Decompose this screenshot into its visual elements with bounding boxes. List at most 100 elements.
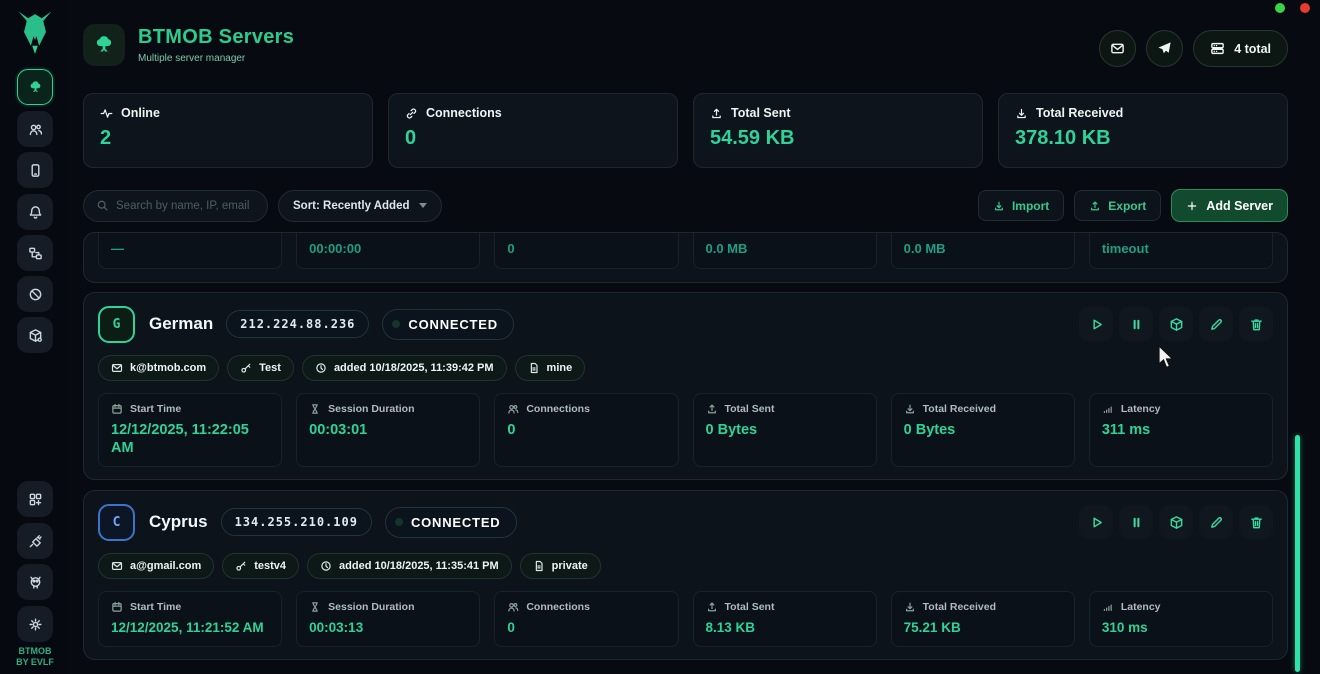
cube-icon xyxy=(1169,515,1184,530)
btmob-logo-icon xyxy=(13,8,57,56)
summary-value: 378.10 KB xyxy=(1015,127,1271,150)
sidebar-item-settings[interactable] xyxy=(17,606,53,642)
file-icon xyxy=(533,560,545,572)
sidebar-item-servers[interactable] xyxy=(17,69,53,105)
stat-total-received: Total Received 0 Bytes xyxy=(891,393,1075,467)
app-titles: BTMOB Servers Multiple server manager xyxy=(138,26,294,64)
server-name: Cyprus xyxy=(149,512,208,532)
tag-label: added 10/18/2025, 11:35:41 PM xyxy=(339,560,499,572)
sidebar-item-users[interactable] xyxy=(17,111,53,147)
status-label: CONNECTED xyxy=(411,515,501,530)
upload-icon xyxy=(710,107,723,120)
stat-start-time: Start Time 12/12/2025, 11:21:52 AM xyxy=(98,591,282,647)
tag-label: mine xyxy=(547,362,573,374)
stat-label: Latency xyxy=(1121,403,1161,415)
avatar: C xyxy=(98,504,135,541)
clipped-value: 0.0 MB xyxy=(706,241,748,256)
cloud-tree-icon xyxy=(28,80,43,95)
summary-card-connections: Connections 0 xyxy=(388,93,678,168)
pulse-icon xyxy=(100,107,113,120)
tag-key[interactable]: testv4 xyxy=(222,553,299,579)
sidebar-item-blocked[interactable] xyxy=(17,276,53,312)
server-actions xyxy=(1079,505,1273,539)
footer-line2: BY EVLF xyxy=(0,657,70,668)
edit-button[interactable] xyxy=(1199,307,1233,341)
file-icon xyxy=(528,362,540,374)
telegram-button[interactable] xyxy=(1146,30,1183,67)
package-icon xyxy=(28,328,43,343)
status-label: CONNECTED xyxy=(408,317,498,332)
total-servers-label: 4 total xyxy=(1234,42,1271,56)
sort-dropdown[interactable]: Sort: Recently Added xyxy=(278,190,442,222)
tag-added[interactable]: added 10/18/2025, 11:39:42 PM xyxy=(302,355,507,381)
clipped-value: 0 xyxy=(507,241,514,256)
stat-value: 311 ms xyxy=(1102,421,1260,439)
export-icon xyxy=(1089,200,1101,212)
download-icon xyxy=(904,601,916,613)
stat-value: 8.13 KB xyxy=(706,619,864,637)
mail-button[interactable] xyxy=(1099,30,1136,67)
edit-button[interactable] xyxy=(1199,505,1233,539)
play-button[interactable] xyxy=(1079,307,1113,341)
stat-value: 00:03:01 xyxy=(309,421,467,439)
sidebar-item-packages[interactable] xyxy=(17,317,53,353)
pause-icon xyxy=(1129,317,1144,332)
delete-button[interactable] xyxy=(1239,505,1273,539)
mail-icon xyxy=(111,362,123,374)
stat-label: Total Received xyxy=(923,601,996,613)
package-button[interactable] xyxy=(1159,505,1193,539)
stat-latency: Latency 310 ms xyxy=(1089,591,1273,647)
import-button[interactable]: Import xyxy=(978,190,1064,221)
sidebar-item-notifications[interactable] xyxy=(17,194,53,230)
search-icon xyxy=(96,199,109,212)
search-input[interactable] xyxy=(116,200,255,212)
stat-label: Latency xyxy=(1121,601,1161,613)
plus-icon xyxy=(1186,200,1198,212)
stat-latency: Latency 311 ms xyxy=(1089,393,1273,467)
delete-button[interactable] xyxy=(1239,307,1273,341)
export-button[interactable]: Export xyxy=(1074,190,1161,221)
play-button[interactable] xyxy=(1079,505,1113,539)
play-icon xyxy=(1089,317,1104,332)
pause-button[interactable] xyxy=(1119,307,1153,341)
tag-email[interactable]: k@btmob.com xyxy=(98,355,219,381)
tag-added[interactable]: added 10/18/2025, 11:35:41 PM xyxy=(307,553,512,579)
pencil-icon xyxy=(1209,515,1224,530)
trash-icon xyxy=(1249,317,1264,332)
summary-value: 0 xyxy=(405,127,661,150)
sidebar-item-injector[interactable] xyxy=(17,523,53,559)
tag-key[interactable]: Test xyxy=(227,355,294,381)
clipped-stat: 0 xyxy=(494,232,678,269)
footer-line1: BTMOB xyxy=(0,646,70,657)
add-server-label: Add Server xyxy=(1206,199,1273,213)
gear-icon xyxy=(28,617,43,632)
server-card-cyprus: C Cyprus 134.255.210.109 CONNECTED a@gma… xyxy=(83,490,1288,660)
status-dot xyxy=(392,320,400,328)
summary-cards: Online 2 Connections 0 Total Sent 54.59 … xyxy=(83,93,1288,168)
tag-note[interactable]: private xyxy=(520,553,601,579)
package-button[interactable] xyxy=(1159,307,1193,341)
stat-connections: Connections 0 xyxy=(494,393,678,467)
sidebar-item-owl[interactable] xyxy=(17,564,53,600)
total-servers-badge[interactable]: 4 total xyxy=(1193,30,1288,67)
play-icon xyxy=(1089,515,1104,530)
tag-label: added 10/18/2025, 11:39:42 PM xyxy=(334,362,494,374)
toolbar: Sort: Recently Added Import Export Add S… xyxy=(83,189,1288,222)
trash-icon xyxy=(1249,515,1264,530)
scrollbar-thumb[interactable] xyxy=(1295,435,1300,672)
pause-icon xyxy=(1129,515,1144,530)
sidebar-item-network[interactable] xyxy=(17,235,53,271)
stat-label: Total Received xyxy=(923,403,996,415)
stat-value: 00:03:13 xyxy=(309,619,467,637)
pause-button[interactable] xyxy=(1119,505,1153,539)
syringe-icon xyxy=(28,534,43,549)
tag-email[interactable]: a@gmail.com xyxy=(98,553,214,579)
tag-label: k@btmob.com xyxy=(130,362,206,374)
sidebar-item-device[interactable] xyxy=(17,152,53,188)
search-box[interactable] xyxy=(83,190,268,222)
red-dot xyxy=(1300,3,1310,13)
add-server-button[interactable]: Add Server xyxy=(1171,189,1288,222)
tag-note[interactable]: mine xyxy=(515,355,586,381)
clipped-value: timeout xyxy=(1102,241,1149,256)
sidebar-item-apps[interactable] xyxy=(17,481,53,517)
